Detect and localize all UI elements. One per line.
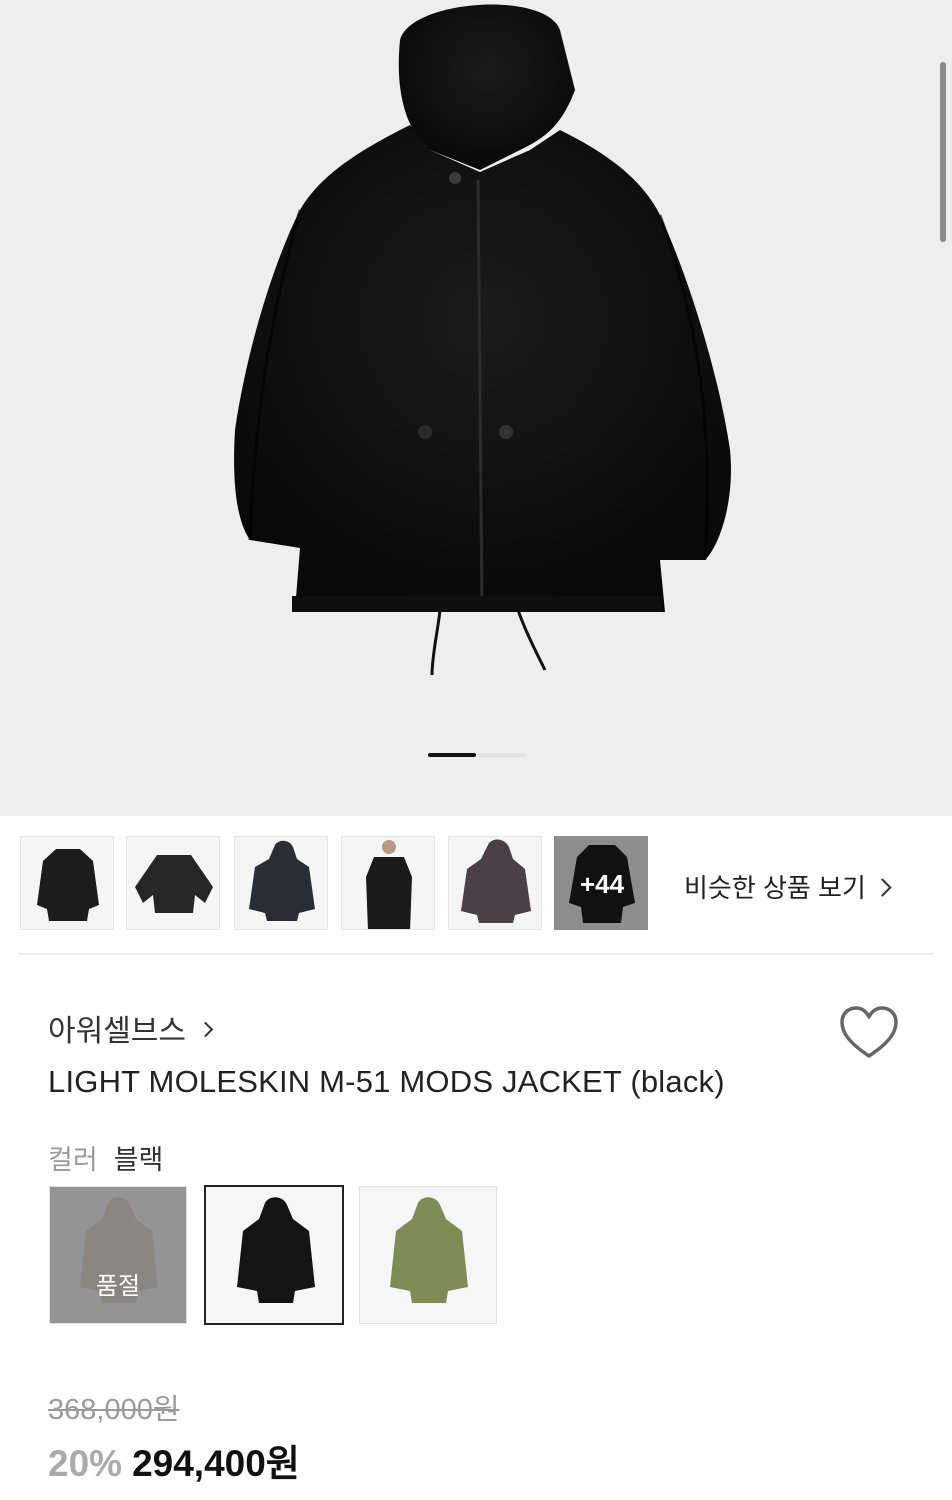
thumb-more[interactable]: +44 xyxy=(554,836,648,930)
similar-products-link[interactable]: 비슷한 상품 보기 xyxy=(684,868,892,905)
thumb-model[interactable] xyxy=(341,836,435,930)
color-option-khaki[interactable] xyxy=(359,1186,497,1324)
color-label: 컬러 xyxy=(48,1145,98,1175)
product-title: LIGHT MOLESKIN M-51 MODS JACKET (black) xyxy=(48,1064,725,1099)
sale-price: 294,400원 xyxy=(132,1443,300,1484)
soldout-label: 품절 xyxy=(95,1273,141,1300)
original-price: 368,000원 xyxy=(48,1394,180,1426)
jacket-image xyxy=(234,4,731,676)
similar-products-label: 비슷한 상품 보기 xyxy=(684,873,866,903)
brand-name: 아워셀브스 xyxy=(48,1015,186,1048)
jacket-thumb-icon xyxy=(37,849,99,921)
thumb-navy-hoodie[interactable] xyxy=(234,836,328,930)
soldout-overlay xyxy=(50,1187,186,1323)
color-value: 블랙 xyxy=(113,1145,164,1175)
jacket-swatch-icon xyxy=(390,1197,468,1303)
brand-link[interactable]: 아워셀브스 xyxy=(48,1006,214,1050)
color-option-beige[interactable]: 품절 xyxy=(49,1186,187,1324)
chevron-right-icon xyxy=(873,878,892,897)
color-selector-label: 컬러 블랙 xyxy=(48,1138,163,1177)
jacket-swatch-icon xyxy=(237,1197,315,1303)
jacket-thumb-icon xyxy=(135,855,213,913)
price-row: 20% 294,400원 xyxy=(48,1433,300,1487)
divider xyxy=(18,953,934,955)
more-thumbs-count: +44 xyxy=(579,868,625,899)
carousel-indicator[interactable] xyxy=(478,753,526,757)
thumb-long-coat[interactable] xyxy=(20,836,114,930)
jacket-thumb-icon xyxy=(249,840,315,921)
person-thumb-icon xyxy=(366,840,412,929)
chevron-right-icon xyxy=(197,1021,214,1037)
thumb-brown-hoodie[interactable] xyxy=(448,836,542,930)
scrollbar[interactable] xyxy=(940,62,946,242)
heart-icon[interactable] xyxy=(838,1004,900,1062)
discount-rate: 20% xyxy=(48,1443,123,1484)
color-option-black[interactable] xyxy=(204,1185,344,1325)
thumb-jacket-flat[interactable] xyxy=(126,836,220,930)
jacket-thumb-icon xyxy=(461,839,531,923)
product-image-carousel[interactable] xyxy=(0,0,952,816)
carousel-indicator-active[interactable] xyxy=(428,753,476,757)
